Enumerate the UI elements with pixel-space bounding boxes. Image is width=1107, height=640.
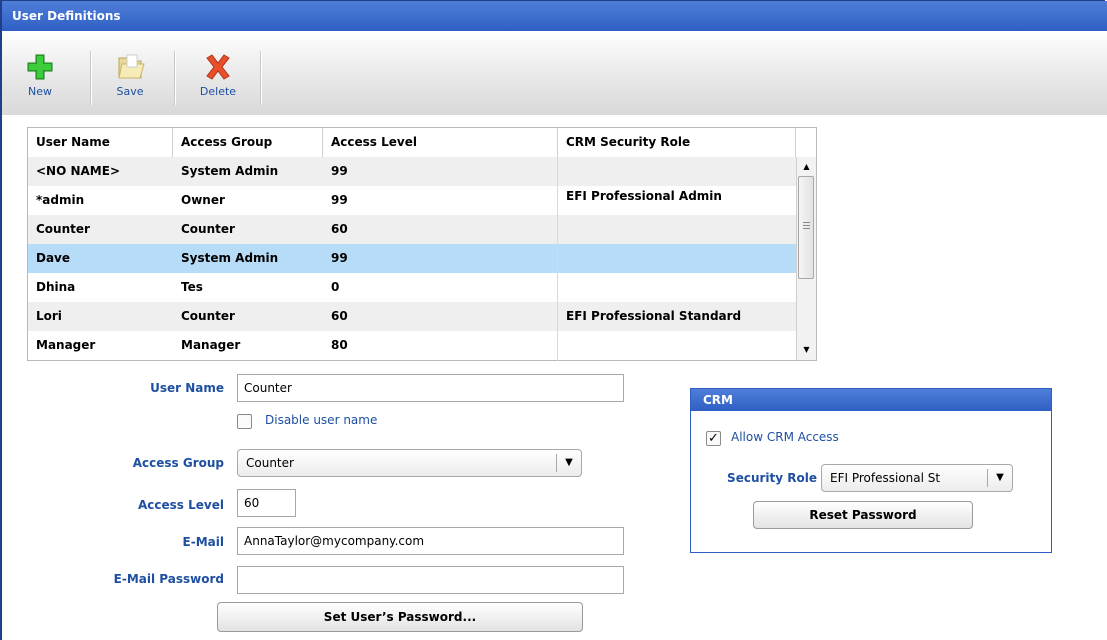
security-role-value: EFI Professional St xyxy=(830,471,941,485)
table-row[interactable]: Counter Counter 60 xyxy=(28,215,796,244)
window-title: User Definitions xyxy=(2,1,1107,31)
column-header-access-level[interactable]: Access Level xyxy=(323,128,558,157)
security-role-select[interactable]: EFI Professional St ▼ xyxy=(821,464,1013,492)
table-row[interactable]: *admin Owner 99 EFI Professional Admin xyxy=(28,186,796,215)
table-row[interactable]: Lori Counter 60 EFI Professional Standar… xyxy=(28,302,796,331)
cell-access-group: Counter xyxy=(181,222,235,236)
grip-icon xyxy=(803,222,810,231)
new-label: New xyxy=(28,85,52,98)
delete-button[interactable]: Delete xyxy=(188,49,248,98)
grid-header: User Name Access Group Access Level CRM … xyxy=(28,128,816,158)
scroll-up-icon[interactable]: ▲ xyxy=(798,158,815,175)
cell-access-group: Owner xyxy=(181,193,225,207)
cell-access-group: System Admin xyxy=(181,164,279,178)
dropdown-arrow-icon[interactable]: ▼ xyxy=(556,454,581,472)
allow-crm-label: Allow CRM Access xyxy=(731,430,839,444)
access-group-select[interactable]: Counter ▼ xyxy=(237,449,582,477)
access-group-value: Counter xyxy=(246,456,294,470)
delete-x-icon xyxy=(188,49,248,85)
scroll-down-icon[interactable]: ▼ xyxy=(798,341,815,358)
cell-user-name: *admin xyxy=(36,193,85,207)
grid-scrollbar[interactable]: ▲ ▼ xyxy=(796,157,816,360)
reset-password-button[interactable]: Reset Password xyxy=(753,501,973,529)
cell-access-group: System Admin xyxy=(181,251,279,265)
access-level-input[interactable]: 60 xyxy=(237,489,296,517)
table-row[interactable]: Manager Manager 80 xyxy=(28,331,796,361)
email-password-input[interactable] xyxy=(237,566,624,594)
user-name-label: User Name xyxy=(150,381,224,395)
toolbar-separator xyxy=(260,51,262,105)
access-group-label: Access Group xyxy=(132,456,224,470)
cell-access-level: 99 xyxy=(331,193,348,207)
cell-access-level: 99 xyxy=(331,164,348,178)
save-label: Save xyxy=(116,85,144,98)
cell-user-name: Dave xyxy=(36,251,71,265)
email-input[interactable]: AnnaTaylor@mycompany.com xyxy=(237,527,624,555)
cell-access-level: 99 xyxy=(331,251,348,265)
new-button[interactable]: New xyxy=(10,49,70,98)
email-password-label: E-Mail Password xyxy=(113,572,224,586)
folder-icon xyxy=(100,49,160,85)
cell-user-name: Manager xyxy=(36,338,96,352)
cell-access-group: Tes xyxy=(181,280,203,294)
column-header-access-group[interactable]: Access Group xyxy=(173,128,323,157)
cell-access-level: 60 xyxy=(331,222,348,236)
access-level-label: Access Level xyxy=(138,498,224,512)
toolbar-separator xyxy=(174,51,176,105)
cell-access-level: 60 xyxy=(331,309,348,323)
users-grid: User Name Access Group Access Level CRM … xyxy=(27,127,817,361)
cell-user-name: Dhina xyxy=(36,280,76,294)
disable-user-label: Disable user name xyxy=(265,413,378,427)
set-password-button[interactable]: Set User’s Password... xyxy=(217,602,583,632)
cell-crm-role: EFI Professional Admin xyxy=(566,189,722,203)
toolbar: New Save Delete xyxy=(2,31,1107,115)
column-header-crm-security-role[interactable]: CRM Security Role xyxy=(558,128,796,157)
user-name-input[interactable]: Counter xyxy=(237,374,624,402)
scroll-thumb[interactable] xyxy=(798,176,814,279)
allow-crm-checkbox[interactable]: ✓ xyxy=(706,431,721,446)
table-row-selected[interactable]: Dave System Admin 99 xyxy=(28,244,796,273)
cell-user-name: <NO NAME> xyxy=(36,164,120,178)
email-label: E-Mail xyxy=(182,535,224,549)
delete-label: Delete xyxy=(199,85,237,98)
toolbar-separator xyxy=(90,51,92,105)
column-header-user-name[interactable]: User Name xyxy=(28,128,173,157)
cell-user-name: Lori xyxy=(36,309,62,323)
disable-user-checkbox[interactable] xyxy=(237,414,252,429)
cell-access-group: Counter xyxy=(181,309,235,323)
save-button[interactable]: Save xyxy=(100,49,160,98)
security-role-label: Security Role xyxy=(727,471,817,485)
cell-access-group: Manager xyxy=(181,338,241,352)
dropdown-arrow-icon[interactable]: ▼ xyxy=(987,469,1012,487)
cell-access-level: 80 xyxy=(331,338,348,352)
cell-crm-role: EFI Professional Standard xyxy=(566,309,742,323)
cell-user-name: Counter xyxy=(36,222,90,236)
table-row[interactable]: Dhina Tes 0 xyxy=(28,273,796,302)
cell-access-level: 0 xyxy=(331,280,340,294)
crm-panel: CRM ✓ Allow CRM Access Security Role EFI… xyxy=(690,388,1052,553)
crm-panel-title: CRM xyxy=(691,389,1051,411)
column-divider xyxy=(557,157,558,361)
plus-icon xyxy=(10,49,70,85)
